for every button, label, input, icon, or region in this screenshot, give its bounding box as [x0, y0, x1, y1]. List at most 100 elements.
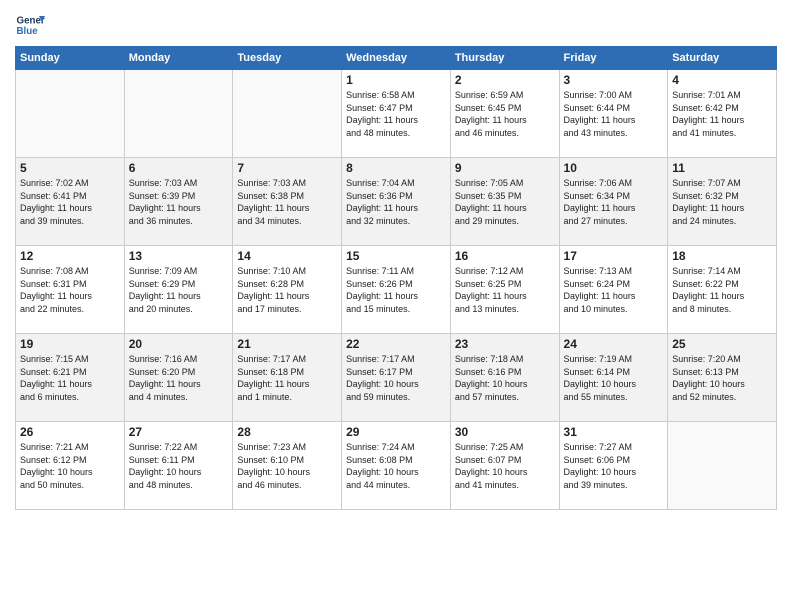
- day-cell: [16, 70, 125, 158]
- day-number: 31: [564, 425, 664, 439]
- day-number: 12: [20, 249, 120, 263]
- day-number: 2: [455, 73, 555, 87]
- day-number: 27: [129, 425, 229, 439]
- header: General Blue: [15, 10, 777, 40]
- day-info: Sunrise: 7:06 AM Sunset: 6:34 PM Dayligh…: [564, 177, 664, 227]
- day-cell: 24 Sunrise: 7:19 AM Sunset: 6:14 PM Dayli…: [559, 334, 668, 422]
- day-number: 30: [455, 425, 555, 439]
- day-info: Sunrise: 7:02 AM Sunset: 6:41 PM Dayligh…: [20, 177, 120, 227]
- day-cell: 10 Sunrise: 7:06 AM Sunset: 6:34 PM Dayli…: [559, 158, 668, 246]
- day-info: Sunrise: 7:27 AM Sunset: 6:06 PM Dayligh…: [564, 441, 664, 491]
- day-number: 5: [20, 161, 120, 175]
- day-cell: 26 Sunrise: 7:21 AM Sunset: 6:12 PM Dayli…: [16, 422, 125, 510]
- day-number: 17: [564, 249, 664, 263]
- day-cell: 17 Sunrise: 7:13 AM Sunset: 6:24 PM Dayli…: [559, 246, 668, 334]
- day-info: Sunrise: 7:01 AM Sunset: 6:42 PM Dayligh…: [672, 89, 772, 139]
- day-cell: 30 Sunrise: 7:25 AM Sunset: 6:07 PM Dayli…: [450, 422, 559, 510]
- day-cell: 14 Sunrise: 7:10 AM Sunset: 6:28 PM Dayli…: [233, 246, 342, 334]
- day-number: 19: [20, 337, 120, 351]
- day-cell: 13 Sunrise: 7:09 AM Sunset: 6:29 PM Dayli…: [124, 246, 233, 334]
- day-info: Sunrise: 7:09 AM Sunset: 6:29 PM Dayligh…: [129, 265, 229, 315]
- day-info: Sunrise: 7:24 AM Sunset: 6:08 PM Dayligh…: [346, 441, 446, 491]
- day-number: 1: [346, 73, 446, 87]
- day-cell: 27Sunrise: 7:22 AM Sunset: 6:11 PM Dayli…: [124, 422, 233, 510]
- day-info: Sunrise: 7:05 AM Sunset: 6:35 PM Dayligh…: [455, 177, 555, 227]
- day-number: 9: [455, 161, 555, 175]
- day-info: Sunrise: 7:08 AM Sunset: 6:31 PM Dayligh…: [20, 265, 120, 315]
- day-cell: 12 Sunrise: 7:08 AM Sunset: 6:31 PM Dayli…: [16, 246, 125, 334]
- day-info: Sunrise: 7:14 AM Sunset: 6:22 PM Dayligh…: [672, 265, 772, 315]
- day-info: Sunrise: 7:11 AM Sunset: 6:26 PM Dayligh…: [346, 265, 446, 315]
- day-info: Sunrise: 7:04 AM Sunset: 6:36 PM Dayligh…: [346, 177, 446, 227]
- day-info: Sunrise: 7:12 AM Sunset: 6:25 PM Dayligh…: [455, 265, 555, 315]
- day-number: 3: [564, 73, 664, 87]
- logo-icon: General Blue: [15, 10, 45, 40]
- day-info: Sunrise: 7:23 AM Sunset: 6:10 PM Dayligh…: [237, 441, 337, 491]
- day-number: 29: [346, 425, 446, 439]
- day-number: 15: [346, 249, 446, 263]
- day-info: Sunrise: 7:03 AM Sunset: 6:39 PM Dayligh…: [129, 177, 229, 227]
- day-cell: 4 Sunrise: 7:01 AM Sunset: 6:42 PM Daylig…: [668, 70, 777, 158]
- day-info: Sunrise: 7:10 AM Sunset: 6:28 PM Dayligh…: [237, 265, 337, 315]
- day-info: Sunrise: 7:25 AM Sunset: 6:07 PM Dayligh…: [455, 441, 555, 491]
- day-info: Sunrise: 7:17 AM Sunset: 6:18 PM Dayligh…: [237, 353, 337, 403]
- day-number: 25: [672, 337, 772, 351]
- day-number: 10: [564, 161, 664, 175]
- calendar-table: SundayMondayTuesdayWednesdayThursdayFrid…: [15, 46, 777, 510]
- day-cell: 11 Sunrise: 7:07 AM Sunset: 6:32 PM Dayli…: [668, 158, 777, 246]
- day-info: Sunrise: 7:00 AM Sunset: 6:44 PM Dayligh…: [564, 89, 664, 139]
- day-info: Sunrise: 7:19 AM Sunset: 6:14 PM Dayligh…: [564, 353, 664, 403]
- day-number: 4: [672, 73, 772, 87]
- day-cell: 20Sunrise: 7:16 AM Sunset: 6:20 PM Dayli…: [124, 334, 233, 422]
- day-info: Sunrise: 7:15 AM Sunset: 6:21 PM Dayligh…: [20, 353, 120, 403]
- week-row-5: 26 Sunrise: 7:21 AM Sunset: 6:12 PM Dayli…: [16, 422, 777, 510]
- weekday-saturday: Saturday: [668, 47, 777, 70]
- day-info: Sunrise: 6:58 AM Sunset: 6:47 PM Dayligh…: [346, 89, 446, 139]
- day-number: 6: [129, 161, 229, 175]
- day-cell: 8 Sunrise: 7:04 AM Sunset: 6:36 PM Daylig…: [342, 158, 451, 246]
- day-number: 11: [672, 161, 772, 175]
- logo: General Blue: [15, 10, 45, 40]
- day-info: Sunrise: 7:18 AM Sunset: 6:16 PM Dayligh…: [455, 353, 555, 403]
- weekday-sunday: Sunday: [16, 47, 125, 70]
- day-info: Sunrise: 7:20 AM Sunset: 6:13 PM Dayligh…: [672, 353, 772, 403]
- day-cell: 1 Sunrise: 6:58 AM Sunset: 6:47 PM Daylig…: [342, 70, 451, 158]
- day-cell: 7Sunrise: 7:03 AM Sunset: 6:38 PM Daylig…: [233, 158, 342, 246]
- weekday-friday: Friday: [559, 47, 668, 70]
- day-cell: 16 Sunrise: 7:12 AM Sunset: 6:25 PM Dayli…: [450, 246, 559, 334]
- day-number: 18: [672, 249, 772, 263]
- day-number: 22: [346, 337, 446, 351]
- day-cell: 9 Sunrise: 7:05 AM Sunset: 6:35 PM Daylig…: [450, 158, 559, 246]
- day-number: 8: [346, 161, 446, 175]
- svg-text:Blue: Blue: [17, 26, 39, 37]
- weekday-thursday: Thursday: [450, 47, 559, 70]
- day-number: 26: [20, 425, 120, 439]
- day-number: 13: [129, 249, 229, 263]
- day-cell: 18 Sunrise: 7:14 AM Sunset: 6:22 PM Dayli…: [668, 246, 777, 334]
- day-cell: [124, 70, 233, 158]
- day-info: Sunrise: 7:07 AM Sunset: 6:32 PM Dayligh…: [672, 177, 772, 227]
- day-number: 7: [237, 161, 337, 175]
- day-number: 23: [455, 337, 555, 351]
- day-info: Sunrise: 7:21 AM Sunset: 6:12 PM Dayligh…: [20, 441, 120, 491]
- week-row-1: 1 Sunrise: 6:58 AM Sunset: 6:47 PM Daylig…: [16, 70, 777, 158]
- day-cell: 25 Sunrise: 7:20 AM Sunset: 6:13 PM Dayli…: [668, 334, 777, 422]
- day-cell: [668, 422, 777, 510]
- week-row-4: 19 Sunrise: 7:15 AM Sunset: 6:21 PM Dayli…: [16, 334, 777, 422]
- weekday-monday: Monday: [124, 47, 233, 70]
- day-info: Sunrise: 7:16 AM Sunset: 6:20 PM Dayligh…: [129, 353, 229, 403]
- week-row-2: 5 Sunrise: 7:02 AM Sunset: 6:41 PM Daylig…: [16, 158, 777, 246]
- weekday-tuesday: Tuesday: [233, 47, 342, 70]
- day-number: 24: [564, 337, 664, 351]
- day-number: 14: [237, 249, 337, 263]
- day-info: Sunrise: 6:59 AM Sunset: 6:45 PM Dayligh…: [455, 89, 555, 139]
- week-row-3: 12 Sunrise: 7:08 AM Sunset: 6:31 PM Dayli…: [16, 246, 777, 334]
- day-cell: 5 Sunrise: 7:02 AM Sunset: 6:41 PM Daylig…: [16, 158, 125, 246]
- day-info: Sunrise: 7:13 AM Sunset: 6:24 PM Dayligh…: [564, 265, 664, 315]
- day-info: Sunrise: 7:17 AM Sunset: 6:17 PM Dayligh…: [346, 353, 446, 403]
- day-cell: 19 Sunrise: 7:15 AM Sunset: 6:21 PM Dayli…: [16, 334, 125, 422]
- weekday-wednesday: Wednesday: [342, 47, 451, 70]
- day-number: 16: [455, 249, 555, 263]
- day-cell: 15 Sunrise: 7:11 AM Sunset: 6:26 PM Dayli…: [342, 246, 451, 334]
- day-cell: 3 Sunrise: 7:00 AM Sunset: 6:44 PM Daylig…: [559, 70, 668, 158]
